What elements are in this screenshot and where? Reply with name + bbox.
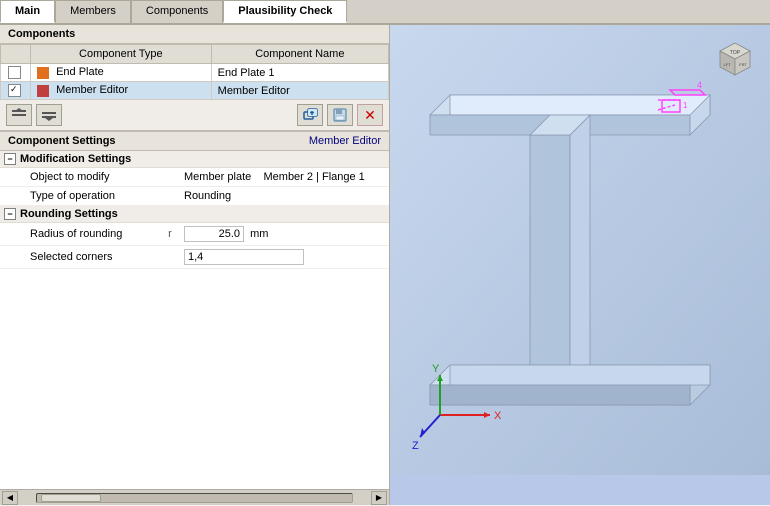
delete-button[interactable]: ✕ xyxy=(357,104,383,126)
tab-plausibility[interactable]: Plausibility Check xyxy=(223,0,347,23)
3d-scene-svg: 4 1 X Y Z xyxy=(390,25,770,475)
object-to-modify-key xyxy=(160,175,180,179)
row2-type[interactable]: Member Editor xyxy=(31,82,212,100)
svg-text:4: 4 xyxy=(697,80,702,90)
tab-bar: Main Members Components Plausibility Che… xyxy=(0,0,770,25)
modification-settings-header[interactable]: − Modification Settings xyxy=(0,151,389,168)
tab-main[interactable]: Main xyxy=(0,0,55,23)
col-check xyxy=(1,45,31,64)
bottom-scrollbar: ◀ ▶ xyxy=(0,489,389,505)
settings-area: − Modification Settings Object to modify… xyxy=(0,151,389,489)
comp-settings-name: Member Editor xyxy=(309,135,381,147)
col-name-header: Component Name xyxy=(211,45,388,64)
corners-row: Selected corners xyxy=(0,246,389,269)
rounding-settings-label: Rounding Settings xyxy=(20,208,118,220)
new-component-button[interactable] xyxy=(297,104,323,126)
object-to-modify-value: Member plate Member 2 | Flange 1 xyxy=(180,169,389,185)
row1-type[interactable]: End Plate xyxy=(31,64,212,82)
main-layout: Components Component Type Component Name xyxy=(0,25,770,505)
row2-color xyxy=(37,85,49,97)
svg-text:LFT: LFT xyxy=(723,62,731,67)
radius-key: r xyxy=(160,226,180,242)
radius-input[interactable] xyxy=(184,226,244,242)
rounding-settings-header[interactable]: − Rounding Settings xyxy=(0,206,389,223)
nav-cube[interactable]: TOP LFT FRT xyxy=(710,33,760,83)
svg-text:TOP: TOP xyxy=(730,50,741,56)
modification-settings-section: − Modification Settings Object to modify… xyxy=(0,151,389,206)
corners-value xyxy=(180,247,389,267)
svg-text:FRT: FRT xyxy=(739,62,747,67)
svg-text:Z: Z xyxy=(412,440,419,452)
type-of-operation-key xyxy=(160,194,180,198)
row1-color xyxy=(37,67,49,79)
left-panel: Components Component Type Component Name xyxy=(0,25,390,505)
svg-text:X: X xyxy=(494,410,502,422)
move-up-button[interactable] xyxy=(6,104,32,126)
table-row[interactable]: Member Editor Member Editor xyxy=(1,82,389,100)
table-row[interactable]: End Plate End Plate 1 xyxy=(1,64,389,82)
components-toolbar: ✕ xyxy=(0,100,389,131)
object-to-modify-row: Object to modify Member plate Member 2 |… xyxy=(0,168,389,187)
comp-settings-header: Component Settings Member Editor xyxy=(0,131,389,151)
row2-name[interactable]: Member Editor xyxy=(211,82,388,100)
save-button[interactable] xyxy=(327,104,353,126)
radius-row: Radius of rounding r mm xyxy=(0,223,389,246)
scroll-thumb[interactable] xyxy=(41,494,101,502)
svg-text:Y: Y xyxy=(432,363,440,375)
move-down-button[interactable] xyxy=(36,104,62,126)
comp-settings-title: Component Settings xyxy=(8,135,116,147)
radius-label: Radius of rounding xyxy=(0,226,160,242)
row1-name[interactable]: End Plate 1 xyxy=(211,64,388,82)
corners-key xyxy=(160,255,180,259)
svg-text:1: 1 xyxy=(683,101,688,110)
modification-settings-label: Modification Settings xyxy=(20,153,131,165)
tab-components[interactable]: Components xyxy=(131,0,223,23)
tab-members[interactable]: Members xyxy=(55,0,131,23)
viewport-3d[interactable]: 4 1 X Y Z xyxy=(390,25,770,475)
expand-icon2: − xyxy=(4,208,16,220)
scroll-track[interactable] xyxy=(36,493,353,503)
rounding-settings-section: − Rounding Settings Radius of rounding r… xyxy=(0,206,389,269)
col-type-header: Component Type xyxy=(31,45,212,64)
row1-checkbox[interactable] xyxy=(8,66,21,79)
corners-input[interactable] xyxy=(184,249,304,265)
right-panel: 4 1 X Y Z xyxy=(390,25,770,505)
type-of-operation-label: Type of operation xyxy=(0,188,160,204)
type-of-operation-row: Type of operation Rounding xyxy=(0,187,389,206)
radius-value: mm xyxy=(180,224,389,244)
object-to-modify-label: Object to modify xyxy=(0,169,160,185)
type-of-operation-value: Rounding xyxy=(180,188,389,204)
corners-label: Selected corners xyxy=(0,249,160,265)
scroll-left-button[interactable]: ◀ xyxy=(2,491,18,505)
scroll-right-button[interactable]: ▶ xyxy=(371,491,387,505)
row2-checkbox[interactable] xyxy=(8,84,21,97)
components-table: Component Type Component Name End Plate … xyxy=(0,44,389,100)
components-section-header: Components xyxy=(0,25,389,44)
expand-icon: − xyxy=(4,153,16,165)
